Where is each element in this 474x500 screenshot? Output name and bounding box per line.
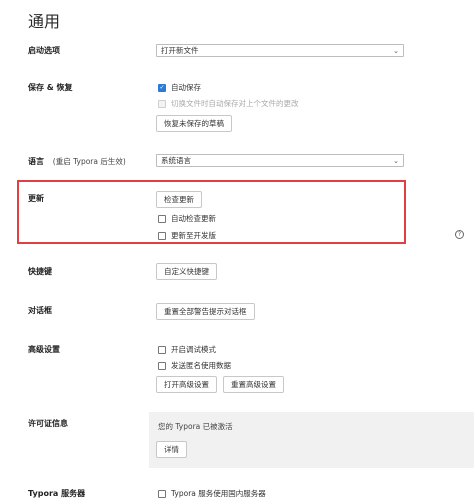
license-details-button[interactable]: 详情 xyxy=(156,441,187,458)
open-advanced-button[interactable]: 打开高级设置 xyxy=(156,376,217,393)
language-label: 语言 (重启 Typora 后生效) xyxy=(28,156,126,167)
language-select-value: 系统语言 xyxy=(161,156,191,165)
domestic-server-row[interactable]: Typora 服务使用国内服务器 xyxy=(158,488,266,499)
dev-update-checkbox[interactable] xyxy=(158,231,166,240)
switch-save-checkbox xyxy=(158,99,166,108)
debug-mode-checkbox[interactable] xyxy=(158,345,166,354)
auto-check-update-label: 自动检查更新 xyxy=(171,214,216,223)
debug-mode-label: 开启调试模式 xyxy=(171,345,216,354)
advanced-label: 高级设置 xyxy=(28,345,60,354)
startup-label: 启动选项 xyxy=(28,46,60,55)
debug-mode-row[interactable]: 开启调试模式 xyxy=(158,344,216,355)
reset-warnings-button[interactable]: 重置全部警告提示对话框 xyxy=(156,303,255,320)
dialogs-label: 对话框 xyxy=(28,306,52,315)
switch-save-checkbox-row: 切换文件时自动保存对上个文件的更改 xyxy=(158,98,299,109)
language-label-text: 语言 xyxy=(28,157,44,166)
typora-server-label: Typora 服务器 xyxy=(28,489,86,498)
domestic-server-label: Typora 服务使用国内服务器 xyxy=(171,489,266,498)
anon-data-row[interactable]: 发送匿名使用数据 xyxy=(158,360,231,371)
startup-select[interactable]: 打开新文件 ⌄ xyxy=(156,44,404,57)
license-label: 许可证信息 xyxy=(28,419,68,428)
startup-select-value: 打开新文件 xyxy=(161,46,199,55)
update-label: 更新 xyxy=(28,194,44,203)
dev-update-row[interactable]: 更新至开发版 xyxy=(158,230,216,241)
auto-check-update-row[interactable]: 自动检查更新 xyxy=(158,213,216,224)
autosave-label: 自动保存 xyxy=(171,83,201,92)
save-restore-label: 保存 & 恢复 xyxy=(28,83,73,92)
switch-save-label: 切换文件时自动保存对上个文件的更改 xyxy=(171,99,299,108)
recover-drafts-button[interactable]: 恢复未保存的草稿 xyxy=(156,115,232,132)
auto-check-update-checkbox[interactable] xyxy=(158,214,166,223)
anon-data-checkbox[interactable] xyxy=(158,361,166,370)
autosave-checkbox-row[interactable]: ✓ 自动保存 xyxy=(158,82,201,93)
chevron-down-icon: ⌄ xyxy=(393,157,399,165)
language-select[interactable]: 系统语言 ⌄ xyxy=(156,154,404,167)
license-status: 您的 Typora 已被激活 xyxy=(158,422,233,431)
language-note: (重启 Typora 后生效) xyxy=(52,157,126,166)
anon-data-label: 发送匿名使用数据 xyxy=(171,361,231,370)
customize-shortcuts-button[interactable]: 自定义快捷键 xyxy=(156,263,217,280)
domestic-server-checkbox[interactable] xyxy=(158,489,166,498)
check-update-button[interactable]: 检查更新 xyxy=(156,191,202,208)
help-icon[interactable]: ? xyxy=(455,230,464,239)
chevron-down-icon: ⌄ xyxy=(393,47,399,55)
page-title: 通用 xyxy=(28,12,61,31)
autosave-checkbox[interactable]: ✓ xyxy=(158,83,166,92)
shortcuts-label: 快捷键 xyxy=(28,267,52,276)
reset-advanced-button[interactable]: 重置高级设置 xyxy=(223,376,284,393)
dev-update-label: 更新至开发版 xyxy=(171,231,216,240)
